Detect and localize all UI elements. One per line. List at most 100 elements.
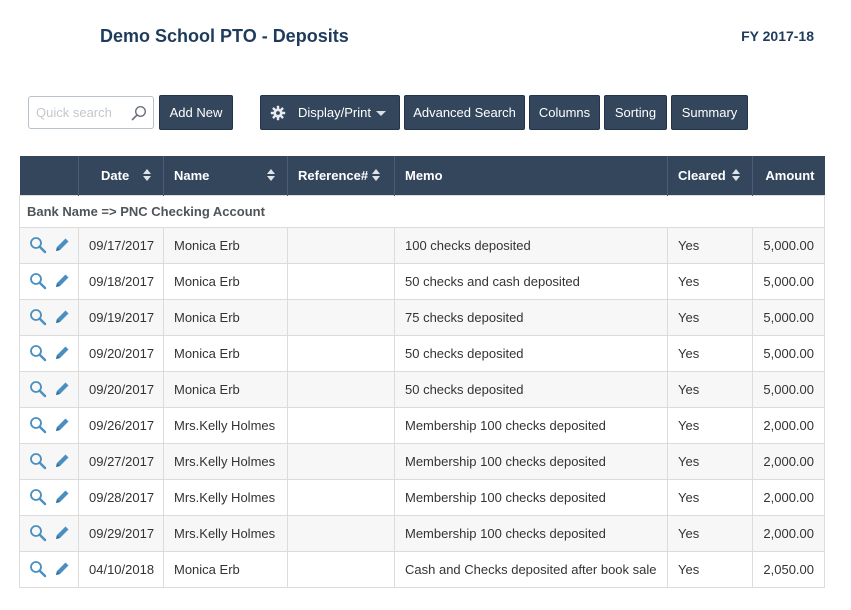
toolbar: Add New Display/Print Advanced Search Co… [0, 95, 851, 131]
cell-cleared: Yes [667, 478, 753, 516]
edit-pencil-icon[interactable] [53, 308, 71, 326]
sort-icon[interactable] [732, 169, 740, 181]
view-icon[interactable] [29, 560, 47, 578]
summary-button[interactable]: Summary [671, 95, 748, 130]
cell-date: 09/29/2017 [78, 514, 164, 552]
view-icon[interactable] [29, 380, 47, 398]
edit-pencil-icon[interactable] [53, 272, 71, 290]
view-icon[interactable] [29, 272, 47, 290]
cell-cleared: Yes [667, 334, 753, 372]
cell-date: 09/20/2017 [78, 370, 164, 408]
column-header-cleared[interactable]: Cleared [667, 156, 753, 195]
view-icon[interactable] [29, 236, 47, 254]
table-row: 09/17/2017 Monica Erb 100 checks deposit… [19, 226, 825, 264]
cell-cleared: Yes [667, 550, 753, 588]
view-icon[interactable] [29, 416, 47, 434]
row-actions [19, 226, 79, 264]
edit-pencil-icon[interactable] [53, 560, 71, 578]
cell-cleared: Yes [667, 262, 753, 300]
cell-memo: Membership 100 checks deposited [394, 442, 668, 480]
table-header-row: Date Name Reference# Memo Cleared Amount [19, 156, 825, 195]
cell-memo: Membership 100 checks deposited [394, 478, 668, 516]
view-icon[interactable] [29, 308, 47, 326]
table-row: 09/18/2017 Monica Erb 50 checks and cash… [19, 262, 825, 300]
cell-amount: 2,000.00 [752, 514, 825, 552]
cell-cleared: Yes [667, 442, 753, 480]
column-header-memo[interactable]: Memo [394, 156, 668, 195]
cell-name: Monica Erb [163, 550, 288, 588]
column-header-name-label: Name [174, 167, 210, 183]
table-row: 04/10/2018 Monica Erb Cash and Checks de… [19, 550, 825, 588]
cell-name: Mrs.Kelly Holmes [163, 514, 288, 552]
edit-pencil-icon[interactable] [53, 488, 71, 506]
cell-date: 09/17/2017 [78, 226, 164, 264]
row-actions [19, 514, 79, 552]
cell-cleared: Yes [667, 370, 753, 408]
edit-pencil-icon[interactable] [53, 416, 71, 434]
display-print-label: Display/Print [298, 105, 371, 120]
row-actions [19, 442, 79, 480]
cell-reference [287, 406, 395, 444]
cell-reference [287, 334, 395, 372]
row-actions [19, 262, 79, 300]
cell-cleared: Yes [667, 406, 753, 444]
table-row: 09/26/2017 Mrs.Kelly Holmes Membership 1… [19, 406, 825, 444]
cell-reference [287, 550, 395, 588]
view-icon[interactable] [29, 452, 47, 470]
row-actions [19, 550, 79, 588]
view-icon[interactable] [29, 344, 47, 362]
cell-cleared: Yes [667, 514, 753, 552]
cell-reference [287, 442, 395, 480]
edit-pencil-icon[interactable] [53, 380, 71, 398]
edit-pencil-icon[interactable] [53, 452, 71, 470]
cell-memo: Membership 100 checks deposited [394, 406, 668, 444]
column-header-amount[interactable]: Amount [752, 156, 825, 195]
table-row: 09/29/2017 Mrs.Kelly Holmes Membership 1… [19, 514, 825, 552]
cell-amount: 2,000.00 [752, 442, 825, 480]
cell-date: 09/27/2017 [78, 442, 164, 480]
search-icon[interactable] [131, 105, 147, 121]
column-header-date[interactable]: Date [78, 156, 164, 195]
table-row: 09/28/2017 Mrs.Kelly Holmes Membership 1… [19, 478, 825, 516]
group-label: Bank Name => PNC Checking Account [19, 194, 825, 228]
cell-name: Monica Erb [163, 262, 288, 300]
cell-reference [287, 478, 395, 516]
cell-cleared: Yes [667, 298, 753, 336]
row-actions [19, 370, 79, 408]
column-header-cleared-label: Cleared [678, 167, 726, 183]
edit-pencil-icon[interactable] [53, 524, 71, 542]
cell-name: Monica Erb [163, 370, 288, 408]
sort-icon[interactable] [372, 169, 380, 181]
view-icon[interactable] [29, 524, 47, 542]
row-actions [19, 478, 79, 516]
edit-pencil-icon[interactable] [53, 344, 71, 362]
cell-amount: 2,050.00 [752, 550, 825, 588]
row-actions [19, 406, 79, 444]
view-icon[interactable] [29, 488, 47, 506]
cell-date: 09/18/2017 [78, 262, 164, 300]
deposits-table: Date Name Reference# Memo Cleared Amount… [19, 156, 825, 588]
group-row: Bank Name => PNC Checking Account [19, 194, 825, 228]
column-header-name[interactable]: Name [163, 156, 288, 195]
sorting-button[interactable]: Sorting [604, 95, 667, 130]
table-row: 09/19/2017 Monica Erb 75 checks deposite… [19, 298, 825, 336]
column-header-reference[interactable]: Reference# [287, 156, 395, 195]
quick-search-input[interactable] [29, 97, 129, 128]
cell-date: 04/10/2018 [78, 550, 164, 588]
cell-reference [287, 226, 395, 264]
sort-icon[interactable] [267, 169, 275, 181]
edit-pencil-icon[interactable] [53, 236, 71, 254]
advanced-search-button[interactable]: Advanced Search [404, 95, 525, 130]
cell-reference [287, 370, 395, 408]
column-header-actions [19, 156, 79, 195]
table-row: 09/20/2017 Monica Erb 50 checks deposite… [19, 334, 825, 372]
columns-button[interactable]: Columns [529, 95, 600, 130]
display-print-button[interactable]: Display/Print [260, 95, 400, 130]
cell-date: 09/19/2017 [78, 298, 164, 336]
add-new-button[interactable]: Add New [159, 95, 233, 130]
sort-icon[interactable] [143, 169, 151, 181]
cell-amount: 5,000.00 [752, 226, 825, 264]
cell-amount: 5,000.00 [752, 262, 825, 300]
cell-name: Mrs.Kelly Holmes [163, 406, 288, 444]
cell-date: 09/28/2017 [78, 478, 164, 516]
